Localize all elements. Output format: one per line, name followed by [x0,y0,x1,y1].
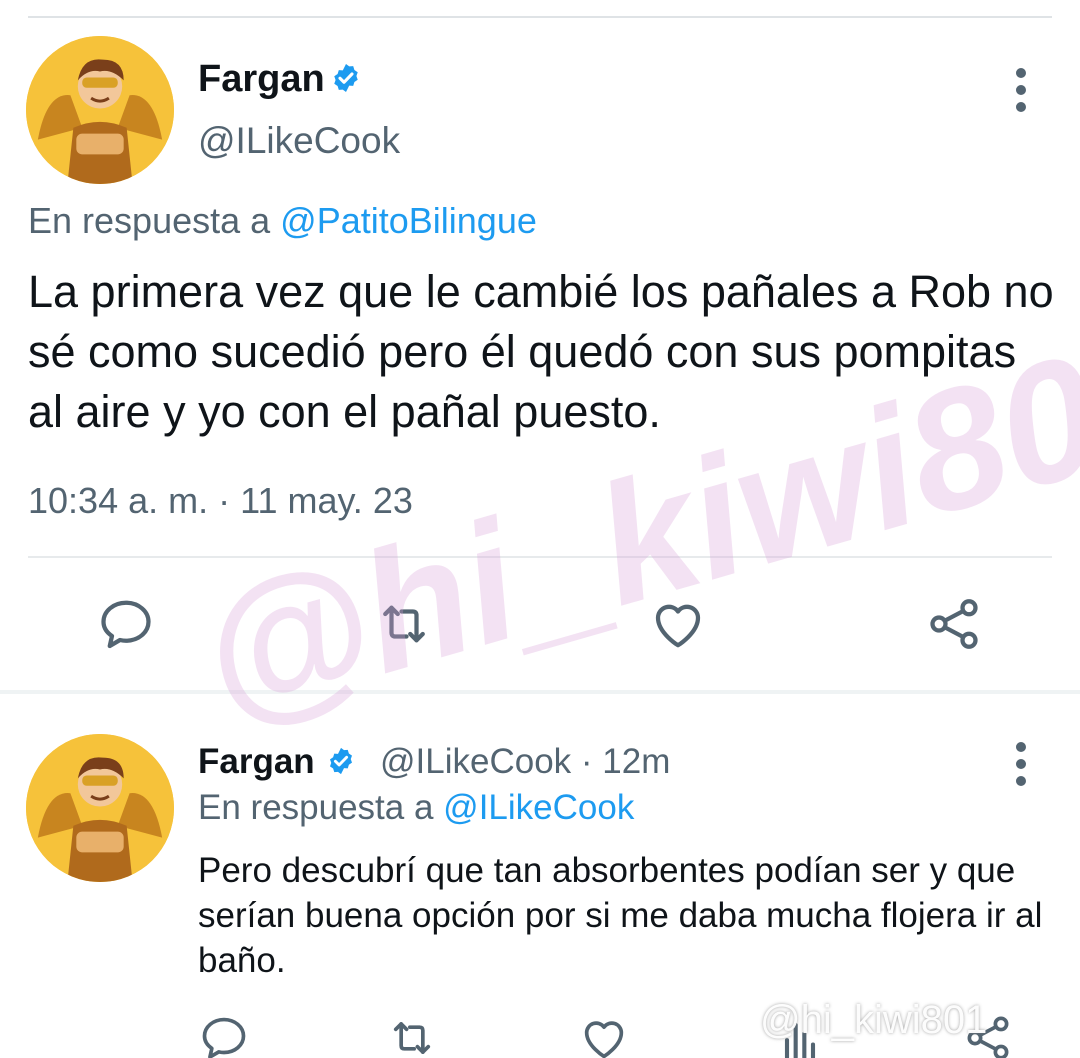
avatar[interactable] [26,36,174,184]
like-icon[interactable] [578,1012,630,1058]
avatar[interactable] [26,734,174,882]
retweet-icon[interactable] [374,594,434,654]
author-handle[interactable]: @ILikeCook [198,120,400,162]
reply-icon[interactable] [198,1012,250,1058]
reply-prefix: En respuesta a [28,200,271,241]
reply-context: En respuesta a @ILikeCook [198,788,634,828]
reply-context: En respuesta a @PatitoBilingue [28,200,537,242]
tweet-text: La primera vez que le cambié los pañales… [28,266,1054,437]
reply-tweet-text: Pero descubrí que tan absorbentes podían… [198,851,1043,980]
reply-mention-link[interactable]: @ILikeCook [443,788,634,827]
share-icon[interactable] [924,594,984,654]
reply-handle-text[interactable]: @ILikeCook [380,742,571,781]
reply-icon[interactable] [96,594,156,654]
corner-watermark: @hi_kiwi801 [760,998,988,1042]
top-divider [28,16,1052,18]
more-options-icon[interactable] [1015,68,1027,114]
reply-author-handle[interactable]: @ILikeCook · 12m [380,742,670,782]
verified-badge-icon [330,62,362,94]
like-icon[interactable] [648,594,708,654]
tweet-divider [28,556,1052,558]
verified-badge-icon [326,746,356,776]
tweet-timestamp[interactable]: 10:34 a. m. · 11 may. 23 [28,480,413,522]
tweet-separator [0,690,1080,694]
more-options-icon[interactable] [1015,742,1027,788]
reply-author-name[interactable]: Fargan [198,742,315,782]
retweet-icon[interactable] [386,1012,438,1058]
author-name[interactable]: Fargan [198,58,325,101]
reply-time: · 12m [580,742,671,781]
reply-prefix: En respuesta a [198,788,434,827]
reply-mention-link[interactable]: @PatitoBilingue [280,200,537,241]
